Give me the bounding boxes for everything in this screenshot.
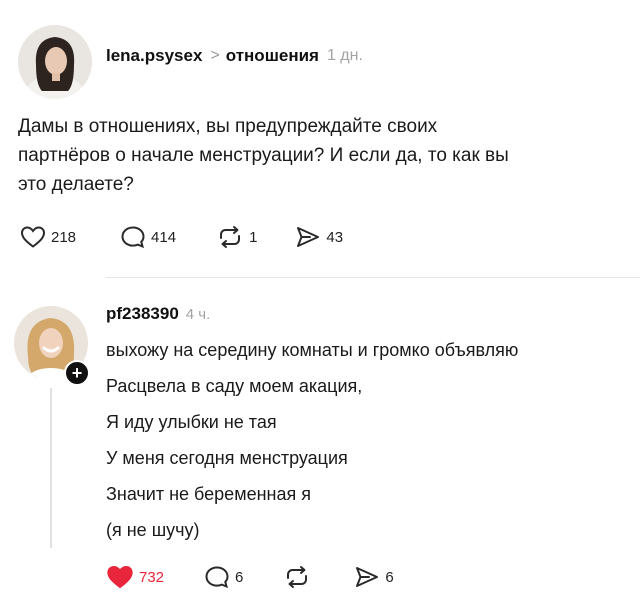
- post-author-avatar[interactable]: [18, 25, 92, 99]
- reply-text-line: Я иду улыбки не тая: [106, 412, 277, 432]
- repost-icon: [287, 566, 308, 588]
- reply-actions: 732 6 6: [106, 564, 394, 590]
- post-username[interactable]: lena.psysex: [106, 46, 202, 66]
- post: lena.psysex > отношения 1 дн. Дамы в отн…: [0, 0, 640, 278]
- post-time: 1 дн.: [326, 47, 363, 64]
- share-icon: [356, 567, 379, 587]
- comment-button[interactable]: 6: [204, 565, 243, 589]
- divider: [106, 277, 640, 278]
- comment-count: 6: [235, 568, 244, 586]
- repost-count: 1: [249, 228, 258, 246]
- follow-plus-button[interactable]: +: [64, 360, 90, 386]
- reply-text: выхожу на середину комнаты и громко объя…: [106, 332, 518, 548]
- post-text-line: партнёров о начале менструации? И если д…: [18, 145, 509, 166]
- post-text: Дамы в отношениях, вы предупреждайте сво…: [18, 112, 618, 199]
- comment-icon: [205, 566, 229, 589]
- reply-text-line: Расцвела в саду моем акация,: [106, 376, 363, 396]
- comment-icon: [121, 226, 145, 249]
- share-button[interactable]: 43: [295, 225, 343, 249]
- like-count: 218: [51, 228, 77, 246]
- repost-button[interactable]: [283, 565, 316, 589]
- heart-icon: [107, 565, 133, 589]
- reply-username[interactable]: pf238390: [106, 304, 179, 324]
- like-button[interactable]: 218: [20, 225, 76, 249]
- comment-button[interactable]: 414: [120, 225, 176, 249]
- post-text-line: Дамы в отношениях, вы предупреждайте сво…: [18, 116, 438, 137]
- share-button[interactable]: 6: [354, 565, 394, 589]
- reply-time: 4 ч.: [185, 305, 211, 323]
- post-text-line: это делаете?: [18, 174, 134, 195]
- comment-count: 414: [151, 228, 177, 246]
- repost-icon: [220, 226, 241, 248]
- reply-text-line: (я не шучу): [106, 520, 200, 540]
- post-topic[interactable]: отношения: [226, 46, 319, 66]
- repost-button[interactable]: 1: [216, 225, 257, 249]
- chevron-right-icon: >: [210, 47, 220, 64]
- share-count: 6: [385, 568, 394, 586]
- heart-icon: [20, 226, 46, 248]
- post-header: lena.psysex > отношения 1 дн.: [106, 42, 363, 70]
- post-actions: 218 414 1 43: [20, 225, 343, 249]
- reply-text-line: Значит не беременная я: [106, 484, 311, 504]
- reply-text-line: выхожу на середину комнаты и громко объя…: [106, 340, 519, 360]
- reply-text-line: У меня сегодня менструация: [106, 448, 348, 468]
- thread-line: [50, 388, 52, 548]
- like-count: 732: [139, 568, 165, 586]
- reply-header: pf238390 4 ч.: [106, 304, 210, 324]
- like-button[interactable]: 732: [106, 564, 164, 590]
- share-icon: [297, 227, 320, 247]
- share-count: 43: [326, 228, 344, 246]
